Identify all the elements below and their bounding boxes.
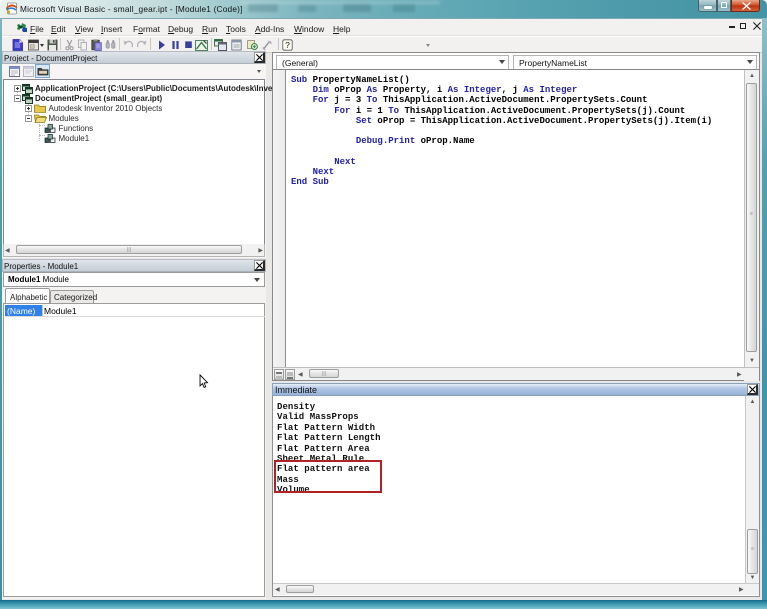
svg-text:?: ? <box>285 40 290 50</box>
